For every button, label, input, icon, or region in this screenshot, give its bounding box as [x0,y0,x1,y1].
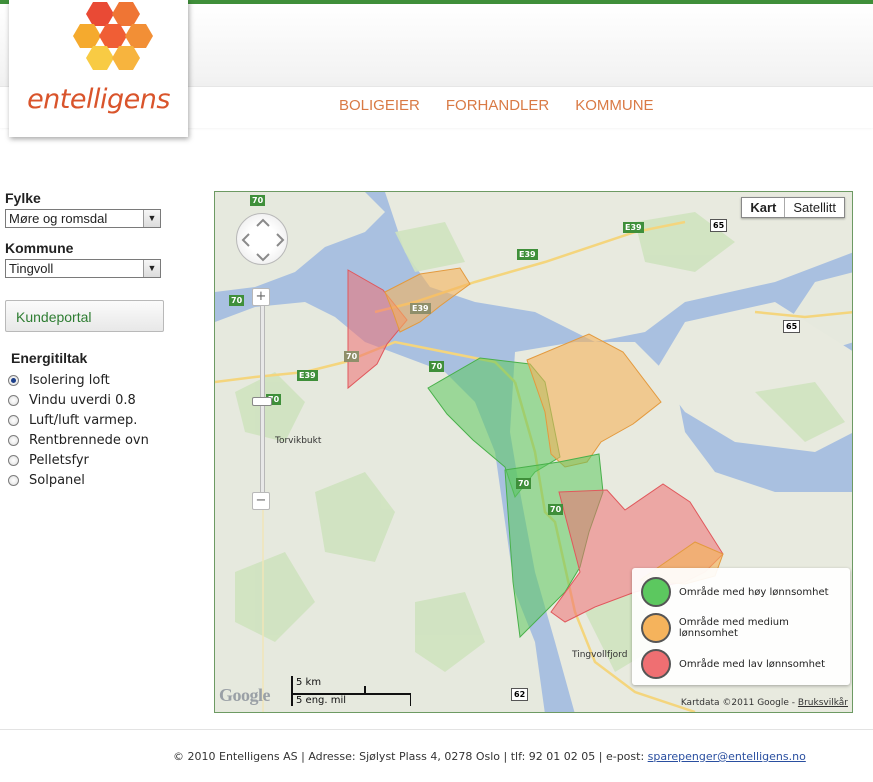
main-nav: BOLIGEIER FORHANDLER KOMMUNE [339,97,654,114]
chevron-down-icon: ▼ [143,210,160,227]
option-vindu[interactable]: Vindu uverdi 0.8 [8,390,170,410]
kundeportal-button[interactable]: Kundeportal [5,300,164,332]
road-70-shield: 70 [229,295,245,306]
radio-button[interactable] [8,474,19,486]
option-isolering-loft[interactable]: Isolering loft [8,370,170,390]
map-type-control: Kart Satellitt [741,197,845,218]
red-circle-icon [641,649,671,679]
google-logo[interactable]: Google [219,685,271,706]
footer-email-link[interactable]: sparepenger@entelligens.no [648,750,806,763]
road-65-shield: 65 [710,219,728,232]
logo[interactable]: entelligens [9,0,188,137]
pan-arrows-icon [241,218,285,262]
energitiltak-title: Energitiltak [11,350,88,366]
chevron-down-icon: ▼ [143,260,160,277]
map-legend: Område med høy lønnsomhet Område med med… [632,568,850,685]
legend-item-low: Område med lav lønnsomhet [641,649,825,679]
map-type-kart[interactable]: Kart [742,198,786,217]
attribution-text: Kartdata ©2011 Google - [680,698,796,708]
footer-divider [0,729,873,730]
nav-kommune[interactable]: KOMMUNE [575,97,653,114]
map-scale: 5 km 5 eng. mil [291,674,411,708]
option-label: Vindu uverdi 0.8 [29,392,136,408]
radio-button[interactable] [8,394,19,406]
road-70-shield: 70 [344,351,360,362]
option-rentbrennende-ovn[interactable]: Rentbrennede ovn [8,430,170,450]
place-torvikbukt: Torvikbukt [275,436,322,446]
option-label: Luft/luft varmep. [29,412,138,428]
legend-label: Område med lav lønnsomhet [679,658,826,670]
road-70-shield: 70 [429,361,445,372]
radio-button[interactable] [8,434,19,446]
road-e39-shield: E39 [517,249,538,260]
nav-forhandler[interactable]: FORHANDLER [446,97,549,114]
scale-mil-label: 5 eng. mil [296,695,347,706]
kommune-select[interactable]: Tingvoll ▼ [5,259,161,278]
option-pelletsfyr[interactable]: Pelletsfyr [8,450,170,470]
energitiltak-options: Isolering loft Vindu uverdi 0.8 Luft/luf… [5,370,170,490]
hexagon-logo-icon [73,2,153,70]
road-62-shield: 62 [511,688,529,701]
scale-km-label: 5 km [296,677,322,688]
fylke-select[interactable]: Møre og romsdal ▼ [5,209,161,228]
green-circle-icon [641,577,671,607]
legend-item-medium: Område med medium lønnsomhet [641,613,850,643]
option-label: Solpanel [29,472,85,488]
fylke-value: Møre og romsdal [9,211,108,226]
pan-control[interactable] [236,213,288,265]
place-tingvollfjord: Tingvollfjord [572,650,628,660]
nav-boligeier[interactable]: BOLIGEIER [339,97,420,114]
terms-link[interactable]: Bruksvilkår [798,698,848,708]
legend-item-high: Område med høy lønnsomhet [641,577,829,607]
road-e39-shield: E39 [623,222,644,233]
footer-text: © 2010 Entelligens AS | Adresse: Sjølyst… [173,750,645,763]
orange-circle-icon [641,613,671,643]
option-label: Rentbrennede ovn [29,432,149,448]
road-e39-shield: E39 [297,370,318,381]
map-attribution: Kartdata ©2011 Google - Bruksvilkår [681,698,848,708]
road-e39-shield: E39 [410,303,431,314]
fylke-label: Fylke [5,190,41,206]
option-label: Pelletsfyr [29,452,89,468]
legend-label: Område med medium lønnsomhet [678,617,789,639]
road-70-shield: 70 [250,195,266,206]
kommune-value: Tingvoll [9,261,54,276]
radio-button[interactable] [8,414,19,426]
zoom-slider-handle[interactable] [252,397,272,406]
zoom-out-button[interactable]: − [252,492,270,510]
road-70-shield: 70 [548,504,564,515]
footer: © 2010 Entelligens AS | Adresse: Sjølyst… [173,750,806,763]
option-luft-luft[interactable]: Luft/luft varmep. [8,410,170,430]
map[interactable]: 70 70 70 70 70 70 70 E39 E39 E39 E39 65 … [214,191,853,713]
road-70-shield: 70 [516,478,532,489]
radio-button[interactable] [8,454,19,466]
road-65-shield: 65 [783,320,801,333]
option-solpanel[interactable]: Solpanel [8,470,170,490]
zoom-in-button[interactable]: + [252,288,270,306]
legend-label: Område med høy lønnsomhet [679,586,829,598]
logo-text: entelligens [27,84,170,115]
radio-button[interactable] [8,374,19,386]
kommune-label: Kommune [5,240,74,256]
sidebar: Fylke Møre og romsdal ▼ Kommune Tingvoll… [5,190,170,490]
option-label: Isolering loft [29,372,110,388]
map-type-satellitt[interactable]: Satellitt [785,198,844,217]
